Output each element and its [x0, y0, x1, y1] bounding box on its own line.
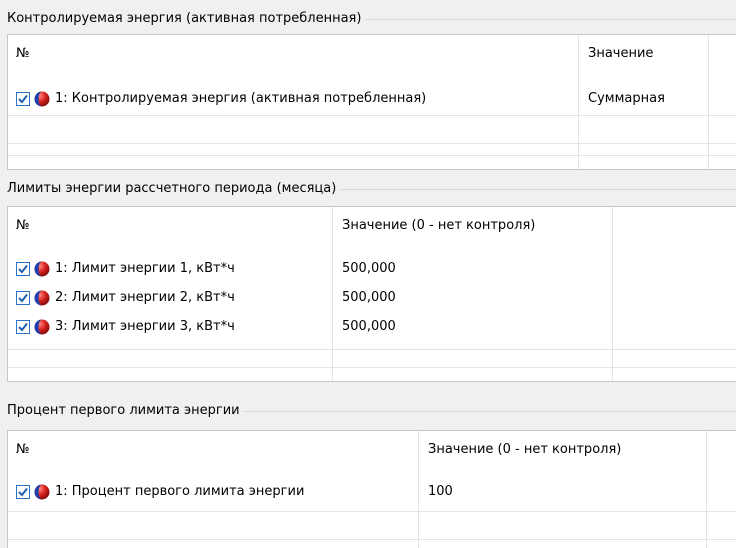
blue-red-sphere-icon: [34, 91, 50, 107]
table-row[interactable]: 1: Лимит энергии 1, кВт*ч 500,000: [8, 255, 736, 284]
row-value[interactable]: 500,000: [342, 289, 396, 307]
first-limit-percent-grid[interactable]: № Значение (0 - нет контроля) 1: Процент…: [7, 430, 736, 548]
row-name: 1: Контролируемая энергия (активная потр…: [55, 91, 427, 106]
row-name: 3: Лимит энергии 3, кВт*ч: [55, 319, 235, 334]
energy-limits-grid[interactable]: № Значение (0 - нет контроля) 1: Лимит э…: [7, 206, 736, 382]
table-row[interactable]: 2: Лимит энергии 2, кВт*ч 500,000: [8, 284, 736, 313]
controlled-energy-grid[interactable]: № Значение 1: Контролируемая энергия (ак…: [7, 34, 736, 170]
checkbox-checked-icon[interactable]: [16, 485, 30, 499]
column-header-number[interactable]: №: [16, 441, 30, 459]
group-title: Процент первого лимита энергии: [7, 402, 244, 420]
column-header-value[interactable]: Значение: [588, 45, 653, 63]
checkbox-checked-icon[interactable]: [16, 291, 30, 305]
row-value[interactable]: 500,000: [342, 260, 396, 278]
blue-red-sphere-icon: [34, 261, 50, 277]
table-row[interactable]: 1: Процент первого лимита энергии 100: [8, 478, 736, 508]
column-header-value[interactable]: Значение (0 - нет контроля): [342, 217, 535, 235]
settings-page: Контролируемая энергия (активная потребл…: [0, 0, 736, 548]
row-value[interactable]: 100: [428, 483, 453, 501]
row-name: 2: Лимит энергии 2, кВт*ч: [55, 290, 235, 305]
table-row[interactable]: 1: Контролируемая энергия (активная потр…: [8, 85, 736, 115]
blue-red-sphere-icon: [34, 484, 50, 500]
column-header-number[interactable]: №: [16, 45, 30, 63]
blue-red-sphere-icon: [34, 290, 50, 306]
table-row[interactable]: 3: Лимит энергии 3, кВт*ч 500,000: [8, 313, 736, 342]
group-title: Лимиты энергии рассчетного периода (меся…: [7, 180, 341, 198]
group-title: Контролируемая энергия (активная потребл…: [7, 10, 366, 28]
checkbox-checked-icon[interactable]: [16, 262, 30, 276]
blue-red-sphere-icon: [34, 319, 50, 335]
group-energy-limits: Лимиты энергии рассчетного периода (меся…: [7, 180, 736, 392]
row-value[interactable]: Суммарная: [588, 90, 665, 108]
row-value[interactable]: 500,000: [342, 318, 396, 336]
checkbox-checked-icon[interactable]: [16, 320, 30, 334]
group-controlled-energy: Контролируемая энергия (активная потребл…: [7, 10, 736, 170]
group-first-limit-percent: Процент первого лимита энергии № Значени…: [7, 402, 736, 548]
column-header-number[interactable]: №: [16, 217, 30, 235]
checkbox-checked-icon[interactable]: [16, 92, 30, 106]
column-header-value[interactable]: Значение (0 - нет контроля): [428, 441, 621, 459]
row-name: 1: Лимит энергии 1, кВт*ч: [55, 261, 235, 276]
row-name: 1: Процент первого лимита энергии: [55, 484, 305, 499]
